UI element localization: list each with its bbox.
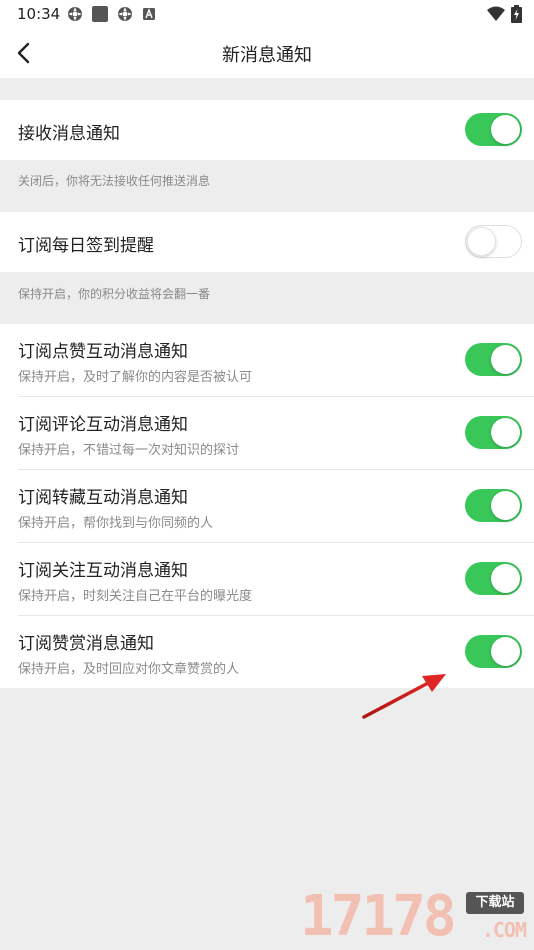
row-label: 接收消息通知 <box>18 124 120 144</box>
row-sublabel: 保持开启，及时了解你的内容是否被认可 <box>18 370 253 385</box>
red-arrow-icon <box>362 674 446 719</box>
row-sublabel: 保持开启，不错过每一次对知识的探讨 <box>18 443 240 458</box>
subscription-toggle-repost[interactable] <box>465 489 522 522</box>
row-sublabel: 保持开启，及时回应对你文章赞赏的人 <box>18 662 240 677</box>
receive-notifications-toggle[interactable] <box>465 113 522 146</box>
status-bar: 10:34 <box>0 0 534 28</box>
row-label: 订阅关注互动消息通知 <box>18 561 188 581</box>
toggle-knob <box>491 637 520 666</box>
section-hint: 保持开启，你的积分收益将会翻一番 <box>18 287 211 301</box>
toggle-knob <box>467 226 496 256</box>
row-label: 订阅赞赏消息通知 <box>18 634 154 654</box>
subscription-row-comment[interactable]: 订阅评论互动消息通知 保持开启，不错过每一次对知识的探讨 <box>0 397 534 470</box>
navigation-bar: 新消息通知 <box>0 28 534 78</box>
row-label: 订阅转藏互动消息通知 <box>18 488 188 508</box>
notification-settings-page: 10:34 新消息通知 接收消息通知 关闭后，你将无法接收任何推送消息 订阅每日… <box>0 0 534 950</box>
gear-icon <box>68 7 82 21</box>
row-sublabel: 保持开启，时刻关注自己在平台的曝光度 <box>18 589 253 604</box>
subscription-row-like[interactable]: 订阅点赞互动消息通知 保持开启，及时了解你的内容是否被认可 <box>0 324 534 397</box>
row-label: 订阅评论互动消息通知 <box>18 415 188 435</box>
watermark-domain: .COM <box>481 918 527 942</box>
row-label: 订阅点赞互动消息通知 <box>18 342 188 362</box>
toggle-knob <box>491 115 520 144</box>
toggle-knob <box>491 345 520 374</box>
page-title: 新消息通知 <box>222 45 312 66</box>
watermark-number: 17178 <box>300 884 457 949</box>
subscription-row-follow[interactable]: 订阅关注互动消息通知 保持开启，时刻关注自己在平台的曝光度 <box>0 543 534 616</box>
a-badge-icon <box>143 8 155 20</box>
subscription-row-reward[interactable]: 订阅赞赏消息通知 保持开启，及时回应对你文章赞赏的人 <box>0 616 534 688</box>
subscription-toggle-reward[interactable] <box>465 635 522 668</box>
subscription-row-repost[interactable]: 订阅转藏互动消息通知 保持开启，帮你找到与你同频的人 <box>0 470 534 543</box>
daily-checkin-row[interactable]: 订阅每日签到提醒 <box>0 212 534 272</box>
battery-icon <box>511 5 522 23</box>
subscription-toggle-like[interactable] <box>465 343 522 376</box>
toggle-knob <box>491 564 520 593</box>
receive-notifications-row[interactable]: 接收消息通知 <box>0 100 534 160</box>
toggle-knob <box>491 418 520 447</box>
square-icon <box>92 6 108 22</box>
wifi-icon <box>487 6 505 21</box>
subscription-toggle-comment[interactable] <box>465 416 522 449</box>
row-sublabel: 保持开启，帮你找到与你同频的人 <box>18 516 214 531</box>
watermark-badge: 下载站 <box>466 892 524 914</box>
section-hint: 关闭后，你将无法接收任何推送消息 <box>18 174 211 188</box>
daily-checkin-toggle[interactable] <box>465 225 522 258</box>
watermark-logo: 17178 下载站 .COM <box>300 888 528 946</box>
toggle-knob <box>491 491 520 520</box>
row-label: 订阅每日签到提醒 <box>18 236 154 256</box>
gear-icon <box>118 7 132 21</box>
status-time: 10:34 <box>17 5 61 23</box>
subscription-toggle-follow[interactable] <box>465 562 522 595</box>
